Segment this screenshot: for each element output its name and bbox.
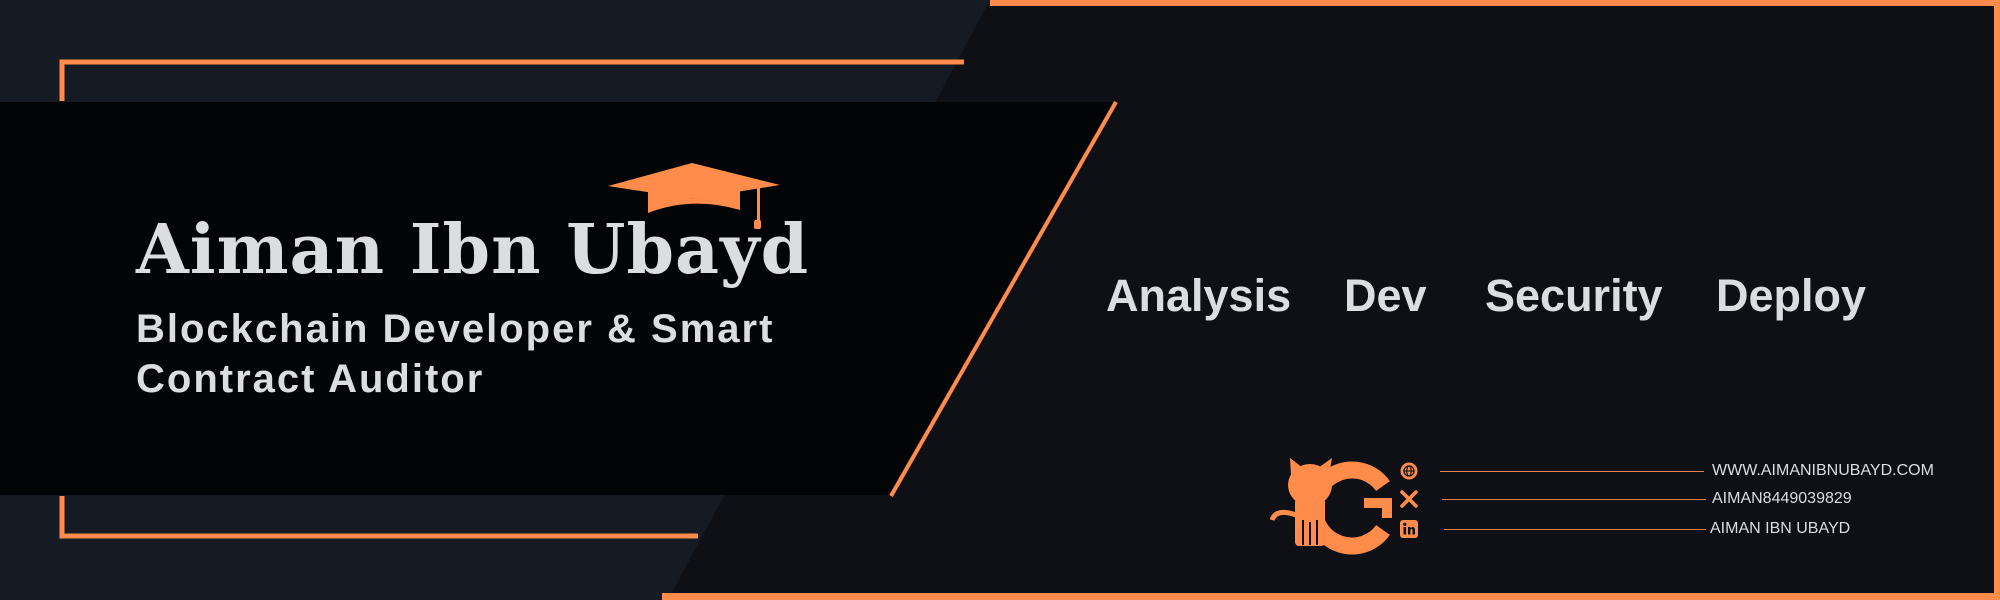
- service-security: Security: [1485, 270, 1663, 321]
- job-title: Blockchain Developer & Smart Contract Au…: [136, 307, 775, 401]
- x-icon: [1400, 490, 1418, 508]
- bottom-accent-bar: [662, 593, 2000, 600]
- person-name: Aiman Ibn Ubayd: [136, 210, 810, 290]
- linkedin-link[interactable]: AIMAN IBN UBAYD: [1710, 520, 1850, 538]
- banner-background: [0, 0, 2000, 600]
- contact-line-linkedin: [1444, 529, 1706, 530]
- contact-line-x: [1442, 499, 1706, 500]
- top-accent-bar: [990, 0, 2000, 6]
- contact-line-website: [1440, 471, 1704, 472]
- x-handle-link[interactable]: AIMAN8449039829: [1712, 490, 1852, 508]
- website-link[interactable]: WWW.AIMANIBNUBAYD.COM: [1712, 462, 1934, 480]
- right-accent-bar: [1994, 0, 2000, 600]
- service-deploy: Deploy: [1716, 270, 1867, 321]
- globe-icon: [1400, 462, 1418, 480]
- banner: Aiman Ibn Ubayd Blockchain Developer & S…: [0, 0, 2000, 600]
- service-dev: Dev: [1344, 270, 1427, 321]
- service-analysis: Analysis: [1106, 270, 1292, 321]
- linkedin-icon: [1400, 520, 1418, 538]
